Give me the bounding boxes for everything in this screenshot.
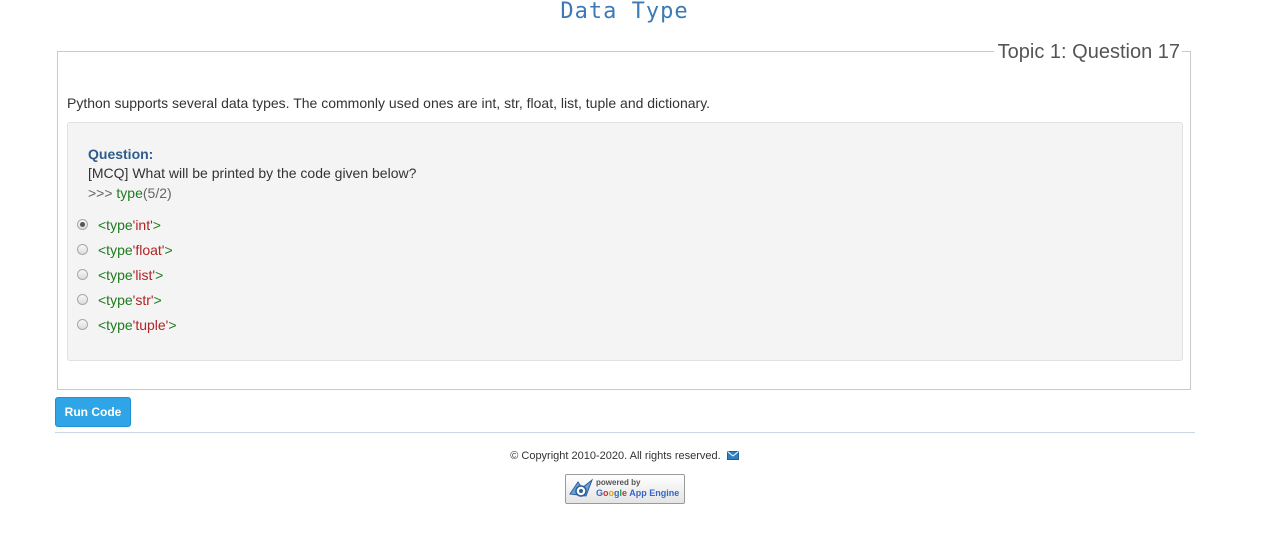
powered-by-text: powered by [596,478,641,487]
answer-option[interactable]: <type 'list' > [77,262,177,287]
question-number-legend: Topic 1: Question 17 [993,40,1182,64]
code-keyword: type [116,185,143,201]
topic-intro-text: Python supports several data types. The … [67,95,711,111]
option-prefix: <type [98,266,133,283]
google-letter: G [596,488,604,498]
question-panel: Topic 1: Question 17 Python supports sev… [57,40,1191,390]
envelope-icon[interactable] [726,450,739,464]
option-value: 'int' [132,216,153,233]
powered-by-app-engine-badge[interactable]: powered by Google App Engine [565,474,685,504]
radio-button-selected[interactable] [77,219,88,230]
radio-button[interactable] [77,294,88,305]
copyright-text: © Copyright 2010-2020. All rights reserv… [510,450,721,462]
option-suffix: > [168,316,177,333]
option-prefix: <type [98,241,133,258]
question-label: Question: [88,146,154,162]
google-app-engine-text: Google App Engine [596,487,679,499]
option-prefix: <type [98,291,133,308]
answer-options: <type 'int' > <type 'float' > <type 'list'… [77,212,177,337]
radio-button[interactable] [77,244,88,255]
answer-option[interactable]: <type 'str' > [77,287,177,312]
app-engine-logo-icon [568,478,594,505]
option-value: 'str' [132,291,154,308]
option-value: 'float' [132,241,165,258]
option-suffix: > [155,266,164,283]
footer: © Copyright 2010-2020. All rights reserv… [0,449,1249,464]
option-prefix: <type [98,216,133,233]
option-value: 'tuple' [132,316,169,333]
code-prompt: >>> [88,185,117,201]
answer-option[interactable]: <type 'tuple' > [77,312,177,337]
option-suffix: > [164,241,173,258]
answer-option[interactable]: <type 'float' > [77,237,177,262]
option-suffix: > [153,291,162,308]
google-letter: e [622,488,628,498]
run-code-button[interactable]: Run Code [55,397,131,427]
page-title: Data Type [560,0,689,24]
option-value: 'list' [132,266,156,283]
footer-divider [55,432,1195,433]
question-code: >>> type(5/2) [88,184,172,202]
question-text: [MCQ] What will be printed by the code g… [88,165,417,181]
radio-button[interactable] [77,319,88,330]
option-suffix: > [152,216,161,233]
question-box: Question: [MCQ] What will be printed by … [67,122,1183,361]
app-engine-product: App Engine [629,488,680,498]
option-prefix: <type [98,316,133,333]
answer-option[interactable]: <type 'int' > [77,212,177,237]
code-args: (5/2) [142,185,172,201]
radio-button[interactable] [77,269,88,280]
